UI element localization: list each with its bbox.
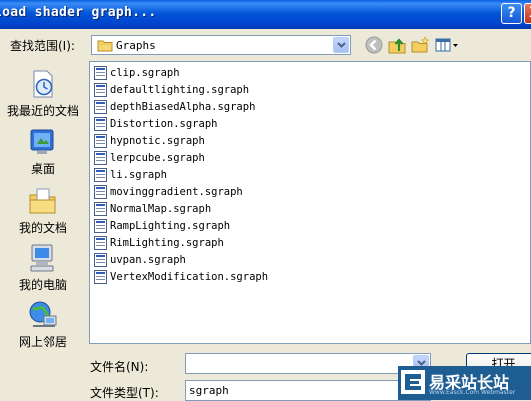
file-icon [94,236,107,250]
desktop-icon [30,129,54,154]
look-in-dropdown[interactable]: Graphs [91,35,351,55]
file-name: clip.sgraph [110,67,180,79]
place-label: 桌面 [30,162,55,176]
file-name: NormalMap.sgraph [110,203,212,215]
filetype-select[interactable]: sgraph [185,380,431,401]
file-name: depthBiasedAlpha.sgraph [110,101,256,113]
file-name: defaultlighting.sgraph [110,84,250,96]
my-computer-icon [30,244,54,272]
back-icon[interactable] [364,35,384,55]
file-name: li.sgraph [110,169,167,181]
file-icon [94,83,107,97]
file-icon [94,66,107,80]
file-icon [94,270,107,284]
file-name: uvpan.sgraph [110,254,186,266]
network-places-icon [29,301,57,327]
chevron-down-icon[interactable] [333,37,349,53]
view-menu-icon[interactable] [434,35,460,55]
file-name: VertexModification.sgraph [110,271,269,283]
watermark: 易采站长站 Www.Easck.Com Webmaster [398,366,531,400]
filetype-value: sgraph [189,384,229,397]
close-button[interactable]: X [524,3,531,24]
file-icon [94,100,107,114]
site-logo-icon [401,370,425,394]
file-name: Distortion.sgraph [110,118,218,130]
filetype-label: 文件类型(T): [90,386,159,400]
filename-label: 文件名(N): [90,360,149,374]
file-icon [94,219,107,233]
window-title: load shader graph... [0,5,157,20]
watermark-url: Www.Easck.Com Webmaster [429,389,516,396]
file-icon [94,151,107,165]
filename-input[interactable] [185,353,431,374]
file-name: movinggradient.sgraph [110,186,243,198]
place-label: 我的文档 [18,221,67,235]
place-recent-documents[interactable]: 我最近的文档 [0,68,86,119]
recent-documents-icon [33,70,53,98]
file-list[interactable]: clip.sgraph defaultlighting.sgraph depth… [89,61,531,344]
file-name: lerpcube.sgraph [110,152,205,164]
file-icon [94,168,107,182]
place-my-documents[interactable]: 我的文档 [0,185,86,236]
new-folder-icon[interactable] [410,35,430,55]
file-icon [94,117,107,131]
my-documents-icon [29,188,56,214]
place-label: 网上邻居 [18,335,67,349]
place-label: 我的电脑 [18,278,67,292]
file-icon [94,253,107,267]
file-icon [94,185,107,199]
title-bar: load shader graph... ? X [0,0,531,29]
places-bar: 我最近的文档 桌面 我的文档 我的电脑 网上邻居 [0,62,86,364]
help-button[interactable]: ? [501,3,522,24]
look-in-value: Graphs [116,39,156,52]
file-name: hypnotic.sgraph [110,135,205,147]
place-desktop[interactable]: 桌面 [0,126,86,177]
look-in-label: 查找范围(I): [10,39,75,53]
file-icon [94,134,107,148]
up-folder-icon[interactable] [387,35,407,55]
folder-icon [97,40,113,52]
file-name: RimLighting.sgraph [110,237,224,249]
place-my-computer[interactable]: 我的电脑 [0,242,86,293]
file-icon [94,202,107,216]
place-network[interactable]: 网上邻居 [0,299,86,350]
place-label: 我最近的文档 [6,104,79,118]
file-name: RampLighting.sgraph [110,220,231,232]
